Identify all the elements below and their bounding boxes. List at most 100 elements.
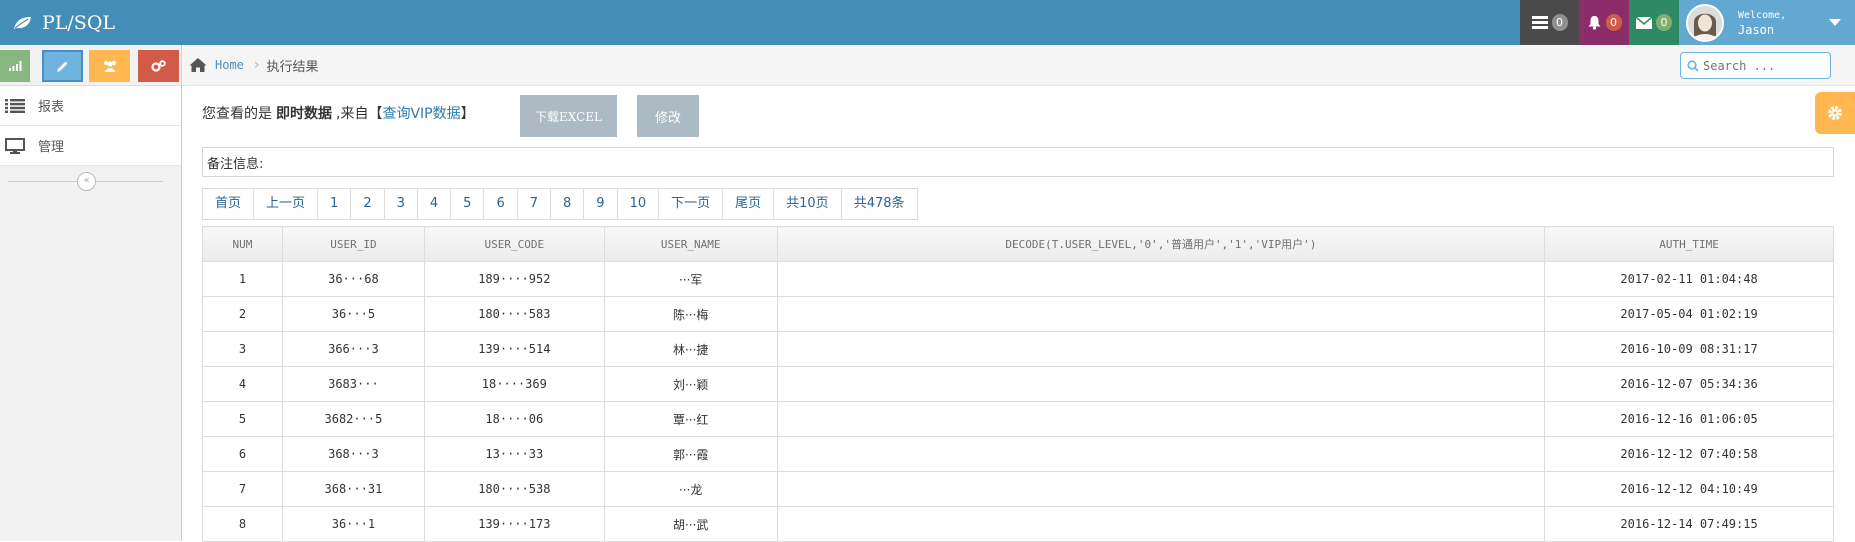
tasks-icon (1531, 15, 1548, 29)
table-cell: 2016-12-16 01:06:05 (1544, 401, 1834, 437)
data-type: 即时数据 (276, 106, 332, 122)
pagination-item[interactable]: 2 (351, 189, 385, 219)
pagination-item[interactable]: 10 (617, 189, 660, 219)
table-cell: 36···5 (281, 296, 425, 332)
pagination-item[interactable]: 6 (484, 189, 518, 219)
info-prefix: 您查看的是 (202, 106, 272, 122)
pagination-item[interactable]: 下一页 (659, 189, 724, 219)
table-cell: 8 (202, 506, 283, 542)
pagination-item[interactable]: 7 (517, 189, 551, 219)
table-cell: 2016-12-14 07:49:15 (1544, 506, 1834, 542)
search-icon (1687, 59, 1699, 72)
sidebar: 报表 管理 « (0, 45, 182, 541)
table-cell (776, 506, 1546, 542)
table-cell: 13····33 (423, 436, 605, 472)
info-from: ,来自【 (336, 106, 383, 122)
search-box (1680, 52, 1831, 79)
shortcut-stats-button[interactable] (0, 50, 30, 82)
pagination-item[interactable]: 尾页 (723, 189, 775, 219)
messages-button[interactable]: 0 (1629, 0, 1679, 45)
pagination-item[interactable]: 首页 (203, 189, 255, 219)
brand[interactable]: PL/SQL (12, 0, 115, 45)
table-cell: 368···31 (281, 471, 425, 507)
table-cell: 1 (202, 261, 283, 297)
table-cell: 刘···颖 (603, 366, 778, 402)
app-title: PL/SQL (42, 11, 116, 34)
remark-field[interactable]: 备注信息: (202, 147, 1834, 177)
edit-button[interactable]: 修改 (637, 95, 699, 137)
settings-button[interactable] (1815, 92, 1855, 134)
list-icon (5, 97, 29, 115)
table-cell: 6 (202, 436, 283, 472)
table-cell: 2017-05-04 01:02:19 (1544, 296, 1834, 332)
table-cell: 3682···5 (281, 401, 425, 437)
table-cell: 2016-12-07 05:34:36 (1544, 366, 1834, 402)
table-cell: ···军 (603, 261, 778, 297)
result-table: NUM USER_ID USER_CODE USER_NAME DECODE(T.USE… (202, 226, 1834, 542)
table-cell: 2017-02-11 01:04:48 (1544, 261, 1834, 297)
pagination-item[interactable]: 1 (318, 189, 352, 219)
table-cell: 3683··· (281, 366, 425, 402)
pencil-icon (57, 61, 68, 72)
download-excel-button[interactable]: 下载EXCEL (520, 95, 617, 137)
sidebar-item-reports[interactable]: 报表 (0, 86, 181, 126)
table-cell: 2016-12-12 04:10:49 (1544, 471, 1834, 507)
sidebar-collapse-button[interactable]: « (77, 172, 96, 191)
pagination-item[interactable]: 共478条 (841, 189, 917, 219)
table-cell: 366···3 (281, 331, 425, 367)
pagination-item[interactable]: 上一页 (254, 189, 319, 219)
table-cell (776, 366, 1546, 402)
table-cell: 18····369 (423, 366, 605, 402)
sidebar-item-label: 报表 (38, 100, 65, 115)
shortcut-users-button[interactable] (89, 50, 130, 82)
double-angle-left-icon: « (83, 175, 90, 186)
pagination-item[interactable]: 3 (384, 189, 418, 219)
column-header[interactable]: DECODE(T.USER_LEVEL,'0','普通用户','1','VIP用… (776, 226, 1546, 262)
notifications-button[interactable]: 0 (1579, 0, 1629, 45)
column-header[interactable]: AUTH_TIME (1544, 226, 1834, 262)
table-cell: 36···1 (281, 506, 425, 542)
column-header[interactable]: NUM (202, 226, 283, 262)
pagination-item[interactable]: 5 (451, 189, 485, 219)
table-cell: 139····173 (423, 506, 605, 542)
sidebar-collapse-row: « (0, 166, 181, 196)
table-row: 8 36···1 139····173 胡···武 2016-12-14 07:49:1… (202, 506, 1834, 542)
pagination-item[interactable]: 4 (417, 189, 452, 219)
column-header[interactable]: USER_ID (281, 226, 425, 262)
pagination-item[interactable]: 8 (551, 189, 585, 219)
shortcut-settings-button[interactable] (138, 50, 179, 82)
table-row: 4 3683··· 18····369 刘···颖 2016-12-07 05:34:3… (202, 366, 1834, 402)
table-cell: 4 (202, 366, 283, 402)
sidebar-item-manage[interactable]: 管理 (0, 126, 181, 166)
shortcut-edit-button[interactable] (42, 50, 83, 82)
table-cell: 林···捷 (603, 331, 778, 367)
sidebar-item-label: 管理 (38, 140, 65, 155)
desktop-icon (5, 137, 29, 155)
user-menu[interactable]: Welcome, Jason (1679, 0, 1855, 45)
result-info: 您查看的是 即时数据 ,来自【查询VIP数据】 (202, 103, 475, 123)
table-cell: 郭···霞 (603, 436, 778, 472)
tasks-button[interactable]: 0 (1520, 0, 1579, 45)
table-cell: 覃···红 (603, 401, 778, 437)
avatar (1686, 3, 1724, 42)
user-info: Welcome, Jason (1738, 9, 1786, 37)
table-cell: 7 (202, 471, 283, 507)
table-row: 7 368···31 180····538 ···龙 2016-12-12 04:10:… (202, 471, 1834, 507)
column-header[interactable]: USER_CODE (423, 226, 605, 262)
search-input[interactable] (1703, 58, 1823, 73)
breadcrumb-home-link[interactable]: Home (215, 58, 244, 72)
home-icon (189, 58, 207, 72)
table-cell: ···龙 (603, 471, 778, 507)
column-header[interactable]: USER_NAME (603, 226, 778, 262)
info-suffix: 】 (460, 106, 475, 122)
table-cell: 180····583 (423, 296, 605, 332)
query-link[interactable]: 查询VIP数据 (382, 106, 460, 122)
table-cell: 36···68 (281, 261, 425, 297)
gear-icon (1828, 106, 1842, 120)
pagination-item[interactable]: 9 (584, 189, 618, 219)
pagination-item[interactable]: 共10页 (774, 189, 842, 219)
notifications-badge: 0 (1605, 14, 1622, 31)
table-cell: 5 (202, 401, 283, 437)
table-cell: 180····538 (423, 471, 605, 507)
table-row: 2 36···5 180····583 陈···梅 2017-05-04 01:02:1… (202, 296, 1834, 332)
